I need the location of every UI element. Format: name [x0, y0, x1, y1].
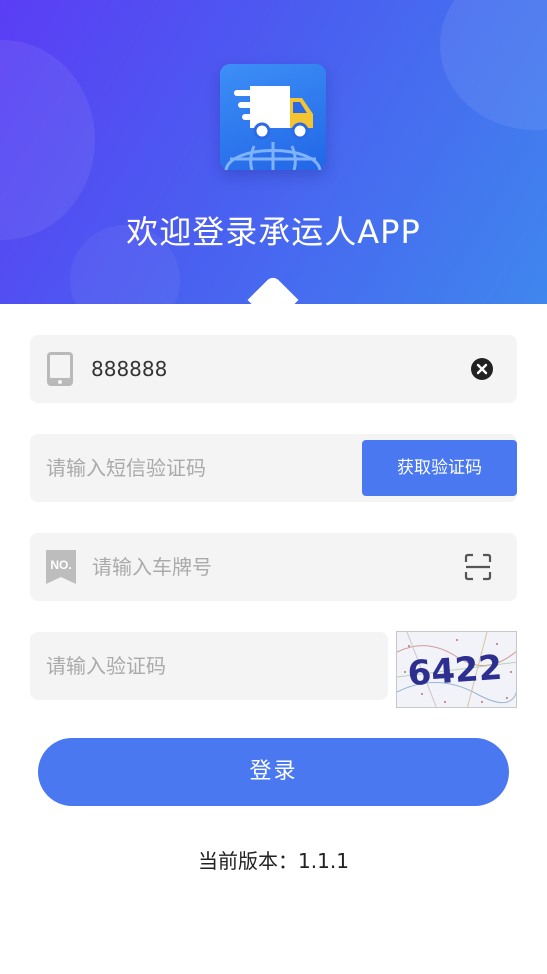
captcha-input[interactable]: 请输入验证码 [46, 632, 166, 700]
header-notch [247, 274, 299, 304]
captcha-code-text: 6422 [406, 648, 503, 695]
version-text: 当前版本：1.1.1 [198, 849, 349, 873]
truck-globe-icon [220, 64, 326, 170]
captcha-image[interactable]: 6422 [396, 631, 517, 708]
captcha-field[interactable]: 请输入验证码 [30, 632, 388, 700]
plate-field[interactable]: NO. 请输入车牌号 [30, 533, 517, 601]
svg-text:NO.: NO. [50, 558, 71, 572]
decor-circle [440, 0, 547, 130]
login-button[interactable]: 登录 [38, 738, 509, 806]
phone-icon [47, 352, 73, 386]
phone-field[interactable]: 888888 [30, 335, 517, 403]
plate-input[interactable]: 请输入车牌号 [92, 533, 212, 601]
header-banner: 欢迎登录承运人APP [0, 0, 547, 304]
phone-input[interactable]: 888888 [91, 335, 167, 403]
clear-icon[interactable] [471, 358, 493, 380]
scan-icon[interactable] [464, 553, 492, 581]
plate-no-icon: NO. [46, 550, 76, 584]
get-sms-code-button[interactable]: 获取验证码 [362, 440, 517, 496]
sms-code-input[interactable]: 请输入短信验证码 [46, 434, 206, 502]
welcome-title: 欢迎登录承运人APP [126, 213, 421, 251]
